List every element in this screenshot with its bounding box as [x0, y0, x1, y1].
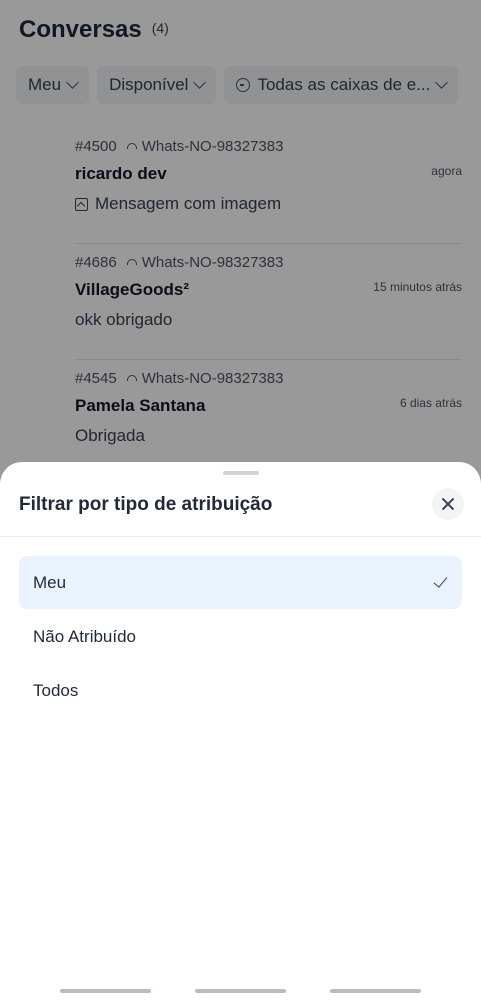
divider — [0, 536, 481, 537]
sheet-drag-handle[interactable] — [223, 471, 259, 475]
option-label: Todos — [33, 680, 79, 700]
option-nao-atribuido[interactable]: Não Atribuído — [19, 610, 462, 663]
filter-bottom-sheet: Filtrar por tipo de atribuição Meu Não A… — [0, 462, 481, 1000]
assignment-options: Meu Não Atribuído Todos — [19, 556, 462, 718]
nav-recents-button[interactable] — [60, 989, 151, 993]
nav-home-button[interactable] — [195, 989, 286, 993]
system-navigation-bar — [0, 986, 481, 994]
option-label: Não Atribuído — [33, 626, 137, 646]
option-todos[interactable]: Todos — [19, 664, 462, 717]
checkmark-icon — [433, 573, 448, 588]
close-button[interactable] — [432, 488, 464, 520]
option-label: Meu — [33, 572, 67, 592]
nav-back-button[interactable] — [330, 989, 421, 993]
sheet-title: Filtrar por tipo de atribuição — [19, 494, 273, 515]
option-meu[interactable]: Meu — [19, 556, 462, 609]
